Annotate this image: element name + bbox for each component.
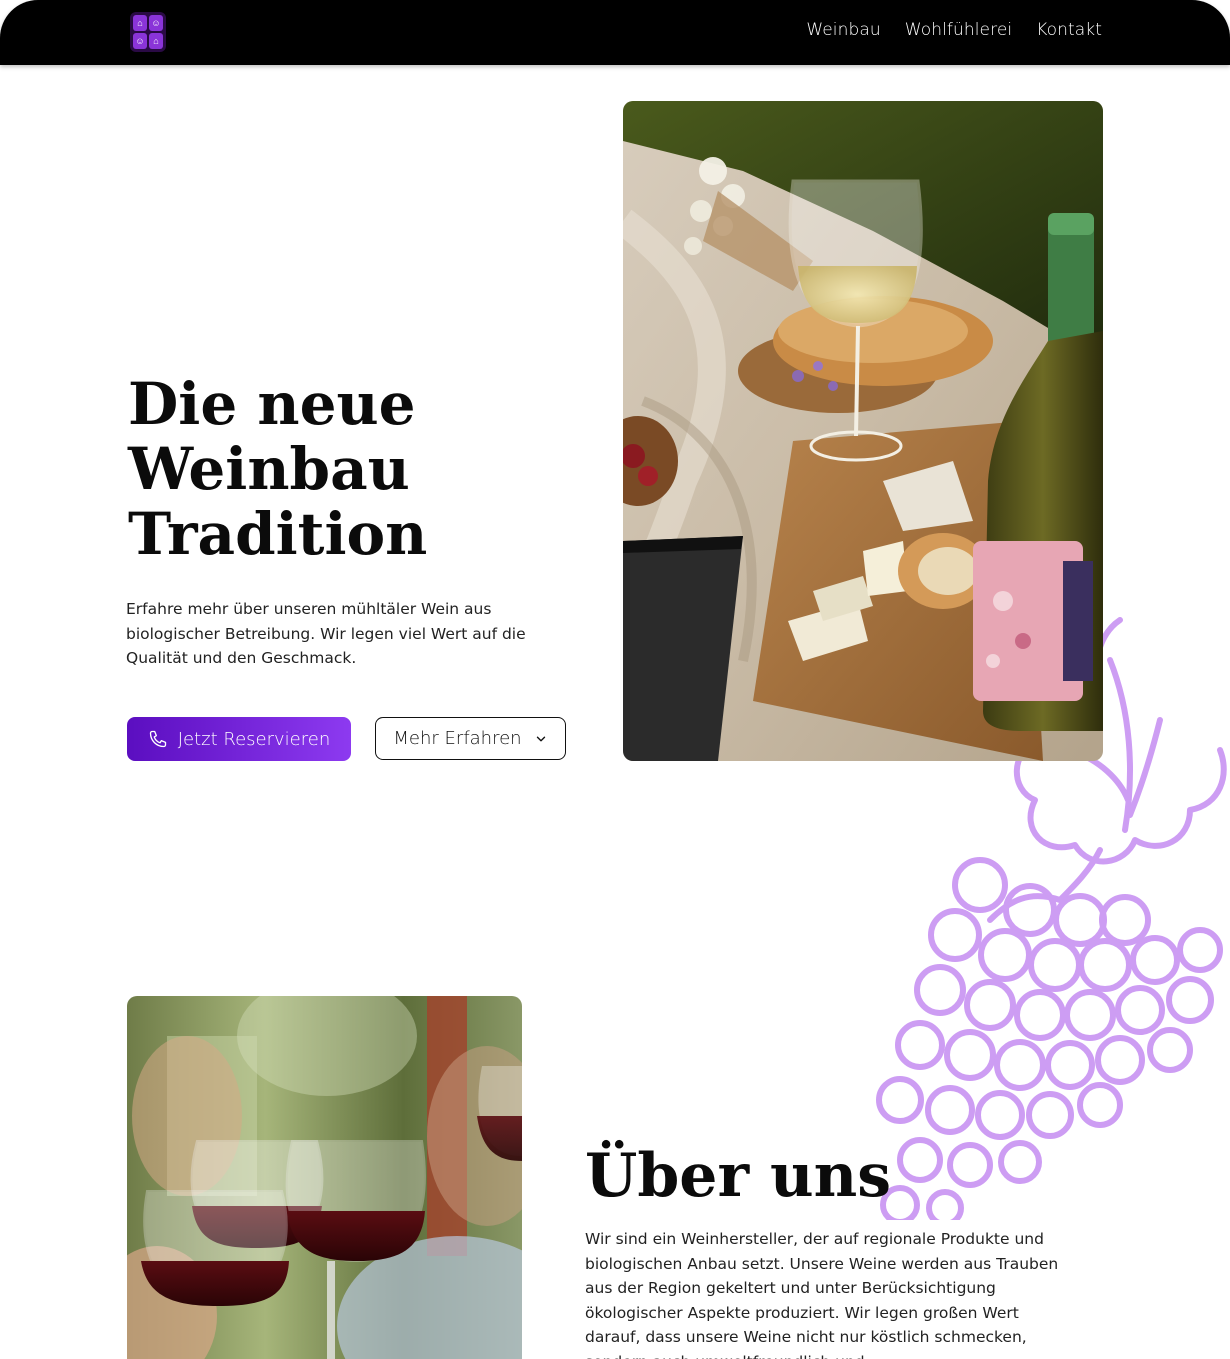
- learn-more-button-label: Mehr Erfahren: [393, 728, 522, 749]
- logo-face-icon: ☺: [133, 33, 147, 49]
- hero-title-line: Tradition: [128, 500, 428, 568]
- hero-title-line: Die neue: [128, 370, 416, 438]
- main-nav: Weinbau Wohlfühlerei Kontakt: [806, 20, 1102, 40]
- chevron-down-icon: [536, 736, 545, 741]
- nav-link-kontakt[interactable]: Kontakt: [1036, 20, 1102, 40]
- about-title: Über uns: [585, 1141, 891, 1211]
- hero-title: Die neue Weinbau Tradition: [128, 372, 508, 567]
- reserve-button-label: Jetzt Reservieren: [177, 728, 331, 750]
- nav-link-wohlfuehlerei[interactable]: Wohlfühlerei: [905, 20, 1012, 40]
- red-wine-toast-photo-icon: [127, 996, 522, 1359]
- hero-image: [623, 101, 1103, 761]
- logo-face-icon: ☺: [149, 15, 163, 31]
- hero-description: Erfahre mehr über unseren mühltäler Wein…: [126, 600, 526, 667]
- logo-house-icon: ⌂: [149, 33, 163, 49]
- about-image: [127, 996, 522, 1359]
- picnic-wine-photo-icon: [623, 101, 1103, 761]
- logo[interactable]: ⌂ ☺ ☺ ⌂: [130, 12, 166, 52]
- reserve-button[interactable]: Jetzt Reservieren: [127, 717, 351, 761]
- hero-title-line: Weinbau: [128, 435, 410, 503]
- site-header: ⌂ ☺ ☺ ⌂ Weinbau Wohlfühlerei Kontakt: [0, 0, 1230, 65]
- nav-link-weinbau[interactable]: Weinbau: [806, 20, 880, 40]
- phone-icon: [149, 730, 166, 748]
- about-description: Wir sind ein Weinhersteller, der auf reg…: [585, 1230, 1059, 1359]
- logo-house-icon: ⌂: [133, 15, 147, 31]
- learn-more-dropdown-button[interactable]: Mehr Erfahren: [375, 717, 566, 760]
